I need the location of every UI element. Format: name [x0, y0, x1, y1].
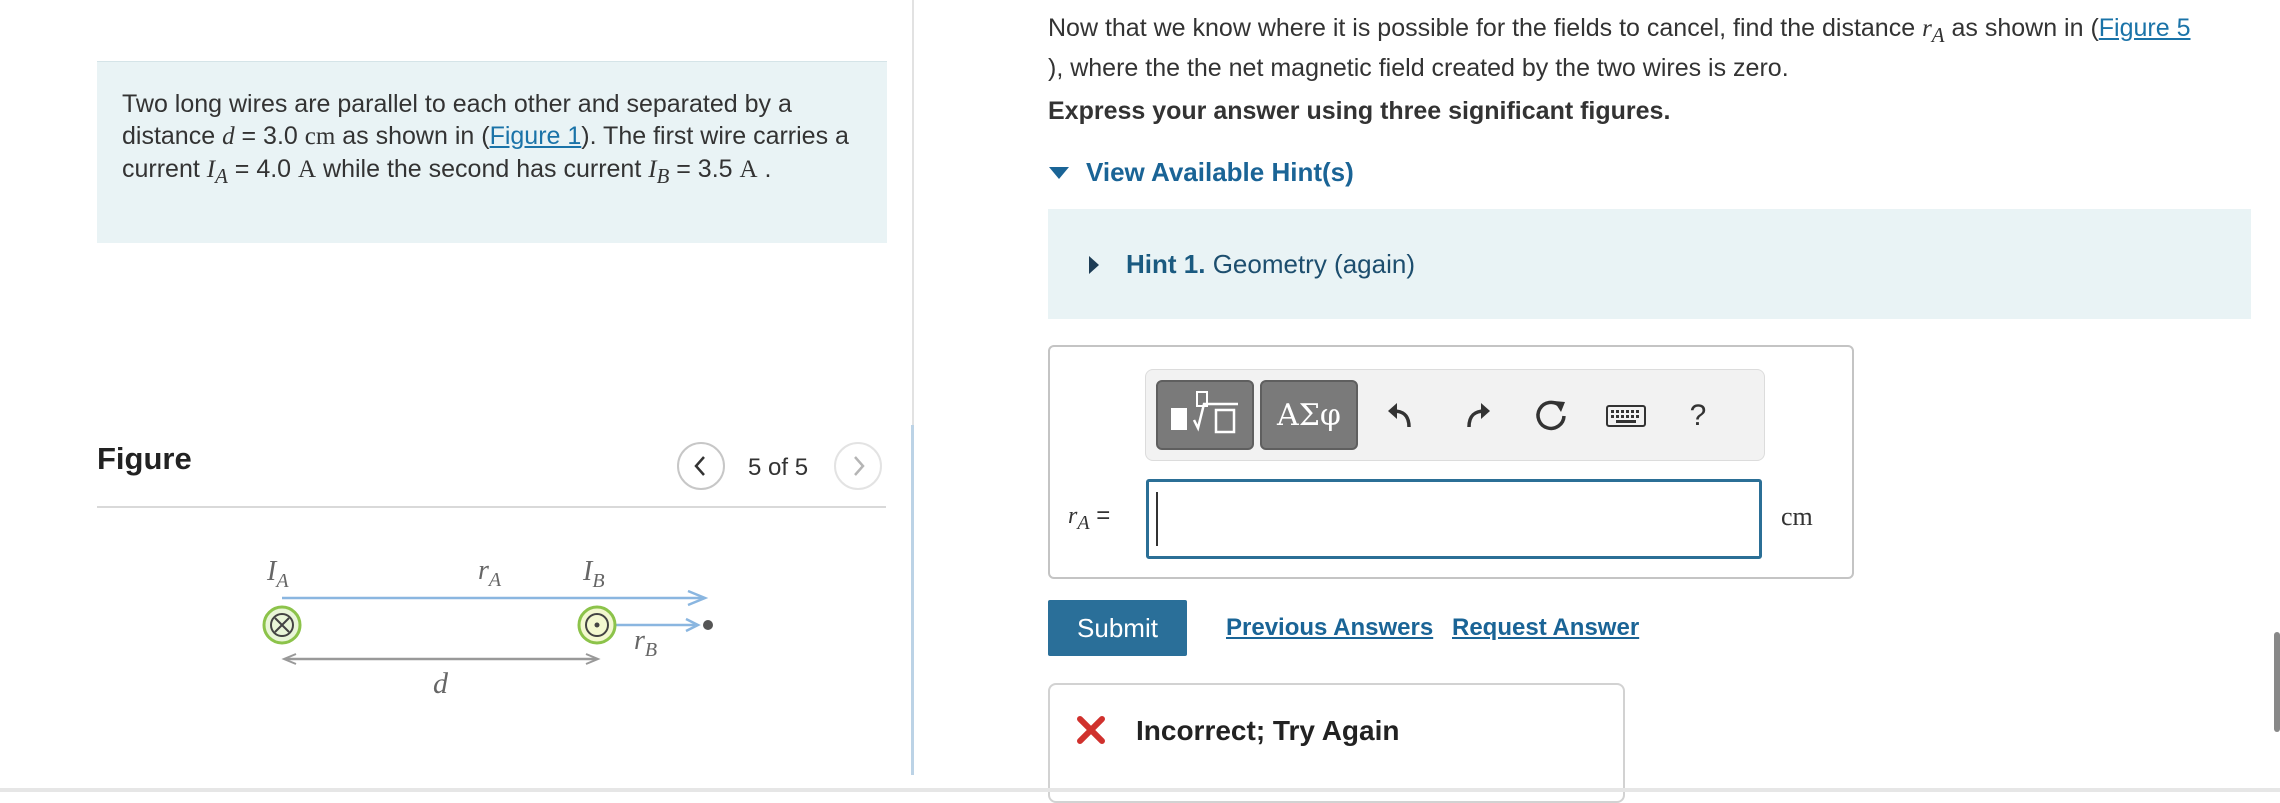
redo-button[interactable] — [1456, 394, 1500, 438]
feedback-text: Incorrect; Try Again — [1136, 715, 1400, 746]
hint-1-toggle[interactable]: Hint 1. Geometry (again) — [1088, 249, 1415, 280]
submit-button[interactable]: Submit — [1048, 600, 1187, 656]
undo-button[interactable] — [1378, 394, 1422, 438]
caret-down-icon — [1049, 166, 1069, 179]
next-figure-button[interactable] — [834, 442, 882, 490]
sub-A: A — [215, 164, 228, 188]
left-panel: Two long wires are parallel to each othe… — [0, 0, 912, 792]
hint-1-number: Hint 1. — [1126, 249, 1206, 279]
wire-a-into-page-icon — [262, 605, 302, 645]
var-d: d — [222, 123, 235, 150]
unit-A: A — [298, 156, 317, 183]
question-text: Now that we know where it is possible fo… — [1048, 12, 2258, 85]
help-button[interactable]: ? — [1676, 394, 1720, 438]
answer-unit: cm — [1781, 502, 1813, 531]
label-rB: rB — [634, 625, 657, 661]
chevron-left-icon — [694, 456, 705, 476]
label-d: d — [433, 667, 449, 700]
problem-statement: Two long wires are parallel to each othe… — [97, 61, 887, 243]
wire-b-out-of-page-icon — [577, 605, 617, 645]
caret-right-icon — [1089, 255, 1099, 274]
reset-button[interactable] — [1529, 394, 1573, 438]
problem-text: = 3.5 — [669, 155, 740, 183]
redo-icon — [1467, 403, 1490, 428]
figure-divider — [97, 506, 886, 508]
label-IA: IA — [266, 556, 289, 592]
answer-label: rA = — [1068, 502, 1111, 534]
bottom-border — [0, 788, 2280, 792]
unit-cm: cm — [304, 123, 336, 150]
templates-button[interactable] — [1156, 380, 1254, 450]
undo-icon — [1388, 403, 1411, 428]
hint-1-title: Geometry (again) — [1212, 249, 1415, 279]
chevron-right-icon — [854, 456, 865, 476]
previous-answers-link[interactable]: Previous Answers — [1226, 614, 1433, 642]
figure-5-link[interactable]: Figure 5 — [2099, 14, 2191, 42]
problem-text: = 4.0 — [227, 155, 299, 183]
sub-A: A — [1931, 23, 1945, 47]
view-hints-toggle[interactable]: View Available Hint(s) — [1048, 157, 1354, 188]
feedback-box: Incorrect; Try Again — [1048, 683, 1625, 803]
label-rA: rA — [478, 555, 502, 591]
x-icon — [1077, 716, 1105, 744]
var-I: I — [206, 156, 216, 183]
question-part: as shown in ( — [1944, 14, 2099, 42]
problem-text: . — [757, 155, 772, 183]
hints-panel: Hint 1. Geometry (again) — [1048, 209, 2251, 319]
sub-B: B — [656, 164, 670, 188]
panel-scroll-indicator — [911, 425, 914, 775]
request-answer-link[interactable]: Request Answer — [1452, 614, 1639, 642]
figure-pager-text: 5 of 5 — [748, 454, 809, 481]
view-hints-label: View Available Hint(s) — [1086, 157, 1354, 187]
figure-1-link[interactable]: Figure 1 — [490, 122, 582, 150]
problem-text: = 3.0 — [234, 122, 305, 150]
answer-input[interactable] — [1146, 479, 1762, 559]
figure-diagram: IA rA IB rB d — [262, 555, 713, 700]
greek-symbols-button[interactable]: ΑΣφ — [1260, 380, 1358, 450]
math-toolbar: ΑΣφ ? — [1145, 369, 1765, 461]
templates-icon — [1171, 391, 1238, 434]
scrollbar-thumb[interactable] — [2274, 632, 2280, 732]
previous-figure-button[interactable] — [677, 442, 725, 490]
question-part: Now that we know where it is possible fo… — [1048, 14, 1923, 42]
problem-text: while the second has current — [316, 155, 649, 183]
field-point — [703, 620, 713, 630]
question-part: ), where the the net magnetic field crea… — [1048, 54, 1789, 82]
keyboard-icon — [1606, 405, 1646, 427]
var-I: I — [648, 156, 657, 183]
problem-text: as shown in ( — [335, 122, 490, 150]
var-r: r — [1922, 15, 1932, 42]
unit-A: A — [739, 156, 758, 183]
label-IB: IB — [582, 556, 605, 592]
figure-title: Figure — [97, 441, 192, 476]
answer-area: ΑΣφ ? rA = cm — [1048, 345, 1854, 579]
instruction-text: Express your answer using three signific… — [1048, 97, 1671, 125]
reset-icon — [1536, 400, 1566, 431]
keyboard-button[interactable] — [1604, 394, 1648, 438]
